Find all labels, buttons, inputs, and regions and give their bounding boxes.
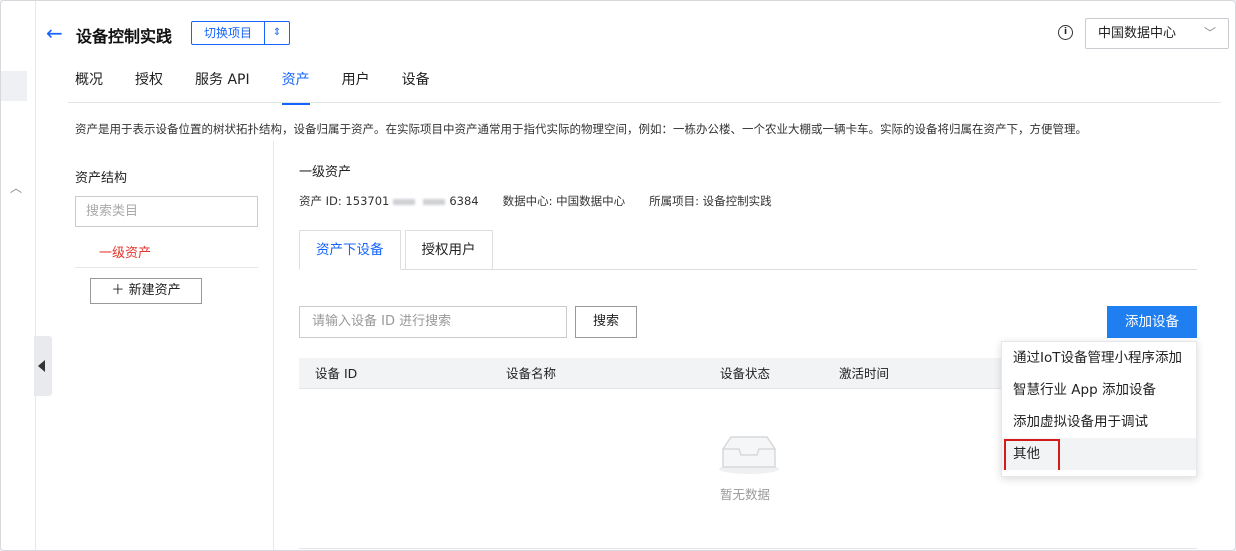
column-device-name[interactable]: 设备名称 — [506, 358, 556, 389]
tab-service-api[interactable]: 服务 API — [195, 63, 250, 103]
menu-item-smart-app[interactable]: 智慧行业 App 添加设备 — [1002, 374, 1196, 406]
add-device-menu: 通过IoT设备管理小程序添加 智慧行业 App 添加设备 添加虚拟设备用于调试 … — [1001, 341, 1197, 477]
tab-devices[interactable]: 设备 — [402, 63, 430, 103]
table-bottom-divider — [299, 548, 1197, 549]
device-search-input[interactable]: 请输入设备 ID 进行搜索 — [299, 306, 567, 338]
column-device-id[interactable]: 设备 ID — [315, 358, 357, 389]
menu-item-miniprogram[interactable]: 通过IoT设备管理小程序添加 — [1002, 342, 1196, 374]
switch-project-button[interactable]: 切换项目 ⇕ — [191, 21, 291, 45]
asset-structure-heading: 资产结构 — [75, 171, 128, 186]
asset-subtabs: 资产下设备 授权用户 — [299, 230, 497, 270]
updown-chevron-icon: ⇕ — [272, 27, 282, 38]
menu-item-virtual-device[interactable]: 添加虚拟设备用于调试 — [1002, 406, 1196, 438]
new-asset-label: 新建资产 — [128, 283, 181, 298]
new-asset-button[interactable]: ＋ 新建资产 — [90, 278, 202, 304]
app-window: ︿ ← 设备控制实践 切换项目 ⇕ i 中国数据中心 ﹀ 概况 授权 服务 AP… — [0, 0, 1236, 551]
main-tabs: 概况 授权 服务 API 资产 用户 设备 — [75, 63, 462, 105]
region-select-value: 中国数据中心 — [1098, 26, 1177, 41]
tab-users[interactable]: 用户 — [342, 63, 370, 103]
plus-icon: ＋ — [111, 283, 125, 298]
asset-meta: 资产 ID: 153701 6384 数据中心: 中国数据中心 所属项目: 设备控… — [299, 193, 772, 209]
tab-overview[interactable]: 概况 — [75, 63, 103, 103]
page-title: 设备控制实践 — [76, 27, 173, 46]
assets-description: 资产是用于表示设备位置的树状拓扑结构，设备归属于资产。在实际项目中资产通常用于指… — [75, 122, 1087, 136]
tab-authorization[interactable]: 授权 — [135, 63, 163, 103]
page-header: ← 设备控制实践 切换项目 ⇕ i 中国数据中心 ﹀ — [36, 1, 1235, 63]
add-device-button[interactable]: 添加设备 — [1107, 306, 1197, 338]
nav-item-placeholder[interactable] — [1, 71, 27, 101]
tab-assets[interactable]: 资产 — [281, 63, 310, 105]
search-button[interactable]: 搜索 — [575, 306, 637, 338]
triangle-left-icon — [38, 360, 45, 372]
column-device-status[interactable]: 设备状态 — [720, 358, 770, 389]
column-activation-time[interactable]: 激活时间 — [839, 358, 889, 389]
asset-heading: 一级资产 — [299, 165, 352, 180]
menu-item-other[interactable]: 其他 — [1002, 438, 1196, 470]
region-select[interactable]: 中国数据中心 ﹀ — [1085, 18, 1229, 49]
back-arrow-icon[interactable]: ← — [46, 21, 63, 45]
asset-project: 所属项目: 设备控制实践 — [649, 194, 772, 208]
tab-authorized-users[interactable]: 授权用户 — [404, 230, 493, 270]
info-icon[interactable]: i — [1058, 25, 1073, 40]
collapse-sidebar-button[interactable] — [34, 336, 52, 396]
empty-state-text: 暂无数据 — [720, 487, 771, 502]
chevron-up-icon[interactable]: ︿ — [10, 179, 22, 196]
asset-datacenter: 数据中心: 中国数据中心 — [502, 194, 626, 208]
asset-id: 资产 ID: 153701 6384 — [299, 194, 479, 208]
highlight-box — [1004, 439, 1060, 470]
tree-item-level1[interactable]: 一级资产 — [99, 242, 151, 261]
left-nav: ︿ — [1, 1, 36, 550]
tabs-divider — [68, 102, 1221, 103]
tab-asset-devices[interactable]: 资产下设备 — [299, 230, 401, 270]
empty-box-icon — [719, 436, 779, 474]
tree-divider — [75, 267, 258, 268]
asset-structure-panel: 资产结构 搜索类目 一级资产 ＋ 新建资产 — [68, 141, 274, 550]
category-search-input[interactable]: 搜索类目 — [75, 196, 258, 227]
chevron-down-icon: ﹀ — [1203, 26, 1216, 40]
switch-project-label: 切换项目 — [192, 22, 266, 44]
